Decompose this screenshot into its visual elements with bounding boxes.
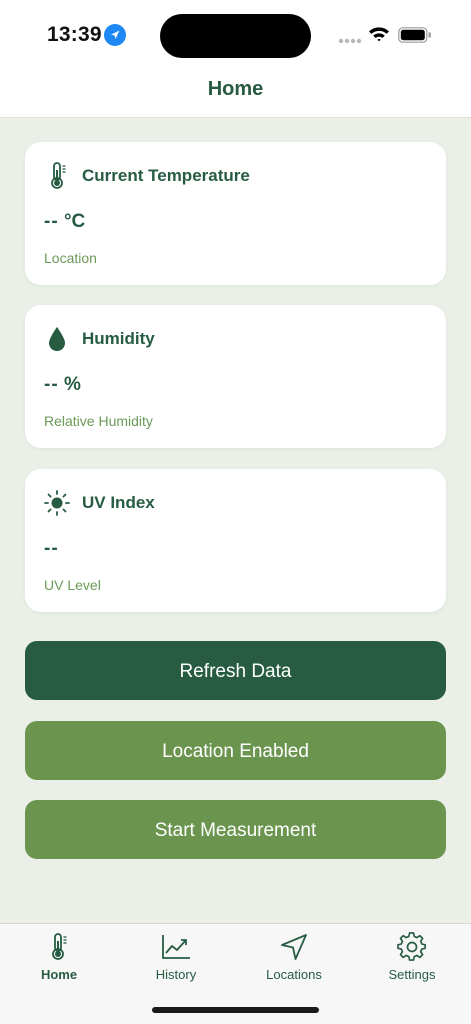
value-unit: % bbox=[63, 374, 81, 395]
gear-icon bbox=[397, 932, 427, 962]
temperature-card: Current Temperature -- °C Location bbox=[25, 142, 446, 285]
card-subtitle: Relative Humidity bbox=[44, 413, 153, 429]
card-subtitle: UV Level bbox=[44, 577, 101, 593]
tab-locations[interactable]: Locations bbox=[235, 924, 353, 994]
sun-icon bbox=[43, 488, 73, 518]
humidity-value: -- % bbox=[44, 374, 81, 396]
value-placeholder: -- bbox=[44, 374, 59, 395]
dynamic-island bbox=[160, 14, 311, 58]
location-arrow-icon bbox=[104, 24, 126, 46]
chart-trend-icon bbox=[161, 932, 191, 962]
tab-label: History bbox=[155, 967, 197, 982]
cellular-signal-icon bbox=[338, 38, 362, 44]
card-subtitle: Location bbox=[44, 250, 97, 266]
navigation-arrow-icon bbox=[279, 932, 309, 962]
tab-label: Locations bbox=[266, 967, 322, 982]
humidity-card: Humidity -- % Relative Humidity bbox=[25, 305, 446, 448]
card-title: Humidity bbox=[82, 329, 155, 348]
value-placeholder: -- bbox=[44, 211, 59, 232]
location-enabled-button[interactable]: Location Enabled bbox=[25, 721, 446, 780]
card-title: Current Temperature bbox=[82, 166, 250, 185]
wifi-icon bbox=[369, 27, 389, 42]
thermometer-icon bbox=[44, 932, 74, 962]
uv-card: UV Index -- UV Level bbox=[25, 469, 446, 612]
tab-settings[interactable]: Settings bbox=[353, 924, 471, 994]
top-bar: 13:39 Home bbox=[0, 0, 471, 118]
status-time: 13:39 bbox=[47, 23, 102, 46]
value-placeholder: -- bbox=[44, 538, 59, 559]
home-indicator bbox=[152, 1007, 319, 1013]
tab-history[interactable]: History bbox=[117, 924, 235, 994]
start-measurement-button[interactable]: Start Measurement bbox=[25, 800, 446, 859]
uv-value: -- bbox=[44, 538, 59, 560]
thermometer-icon bbox=[43, 161, 73, 191]
tab-home[interactable]: Home bbox=[0, 924, 118, 994]
water-drop-icon bbox=[43, 324, 73, 354]
refresh-data-button[interactable]: Refresh Data bbox=[25, 641, 446, 700]
tab-label: Home bbox=[40, 967, 78, 982]
temperature-value: -- °C bbox=[44, 211, 85, 233]
page-title: Home bbox=[207, 78, 264, 100]
card-title: UV Index bbox=[82, 493, 155, 512]
battery-icon bbox=[398, 27, 431, 43]
value-unit: °C bbox=[63, 211, 86, 232]
tab-label: Settings bbox=[388, 967, 436, 982]
